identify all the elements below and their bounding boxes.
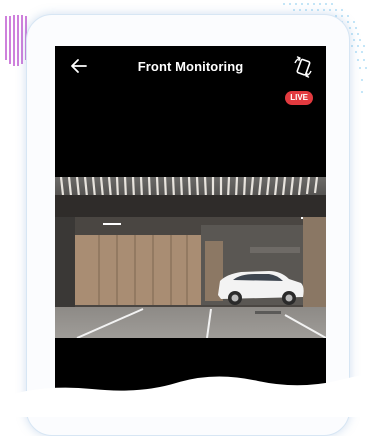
top-bar: Front Monitoring	[55, 46, 326, 88]
app-screen: Front Monitoring LIVE	[55, 46, 326, 417]
screen-rotate-icon	[294, 56, 312, 78]
page-title: Front Monitoring	[137, 59, 244, 74]
rotate-screen-button[interactable]	[290, 54, 316, 80]
parking-garage-scene	[55, 177, 326, 338]
live-badge: LIVE	[285, 91, 313, 105]
camera-feed[interactable]	[55, 177, 326, 338]
